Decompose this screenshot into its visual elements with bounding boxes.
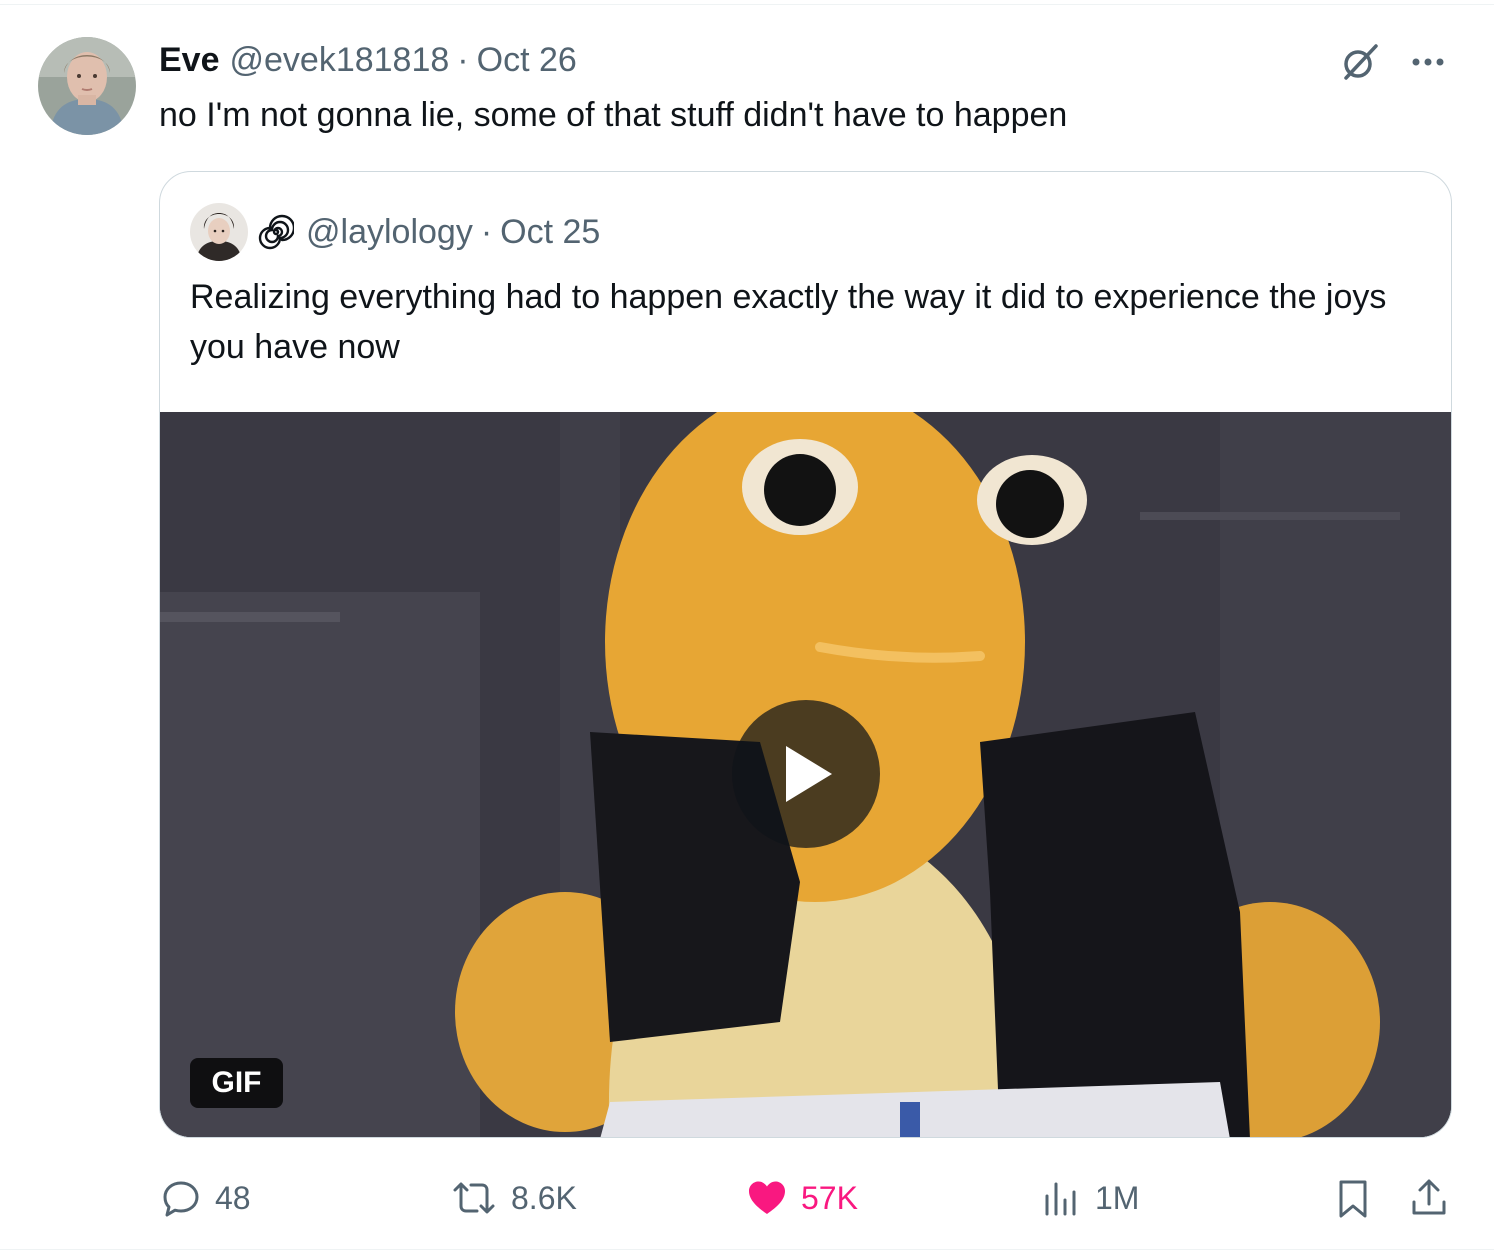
share-button[interactable] xyxy=(1407,1170,1451,1226)
quoted-tweet-card[interactable]: @laylology · Oct 25 Realizing everything… xyxy=(159,171,1452,1138)
tweet-date[interactable]: Oct 26 xyxy=(477,38,577,82)
repost-icon xyxy=(453,1182,495,1214)
gif-badge: GIF xyxy=(190,1058,283,1108)
quoted-tweet-text: Realizing everything had to happen exact… xyxy=(190,278,1387,366)
author-avatar[interactable] xyxy=(38,37,136,135)
play-button[interactable] xyxy=(732,700,880,848)
tweet-top-actions xyxy=(1338,40,1450,84)
more-icon[interactable] xyxy=(1382,40,1450,84)
repost-button[interactable]: 8.6K xyxy=(449,1170,577,1226)
views-icon xyxy=(1045,1182,1076,1216)
bookmark-button[interactable] xyxy=(1331,1170,1375,1226)
like-icon xyxy=(749,1181,785,1214)
quoted-tweet-gif[interactable]: GIF xyxy=(160,412,1451,1137)
quoted-header-separator: · xyxy=(480,213,493,251)
play-icon xyxy=(786,746,832,802)
views-count: 1M xyxy=(1095,1179,1140,1216)
like-button[interactable]: 57K xyxy=(745,1170,858,1226)
reply-button[interactable]: 48 xyxy=(159,1170,251,1226)
author-handle[interactable]: @evek181818 xyxy=(230,38,450,82)
top-divider xyxy=(0,4,1494,5)
quoted-author-avatar[interactable] xyxy=(190,203,248,261)
tweet-header: Eve @evek181818 · Oct 26 xyxy=(159,38,577,82)
repost-count: 8.6K xyxy=(511,1179,577,1216)
quoted-author-handle[interactable]: @laylology xyxy=(306,210,473,254)
share-icon xyxy=(1412,1179,1446,1215)
reply-count: 48 xyxy=(215,1179,251,1216)
spiral-icon xyxy=(258,214,306,250)
header-separator: · xyxy=(457,41,469,79)
author-display-name[interactable]: Eve xyxy=(159,38,220,82)
bookmark-icon xyxy=(1339,1180,1367,1218)
grok-icon[interactable] xyxy=(1338,40,1382,84)
tweet-action-bar: 48 8.6K 57K 1M xyxy=(159,1170,1452,1226)
reply-icon xyxy=(163,1181,199,1217)
bottom-divider xyxy=(0,1249,1494,1250)
views-button[interactable]: 1M xyxy=(1039,1170,1139,1226)
quoted-tweet-header: @laylology · Oct 25 xyxy=(258,210,600,254)
like-count: 57K xyxy=(801,1179,858,1216)
quoted-tweet-date[interactable]: Oct 25 xyxy=(500,210,600,254)
tweet-text: no I'm not gonna lie, some of that stuff… xyxy=(159,96,1068,134)
